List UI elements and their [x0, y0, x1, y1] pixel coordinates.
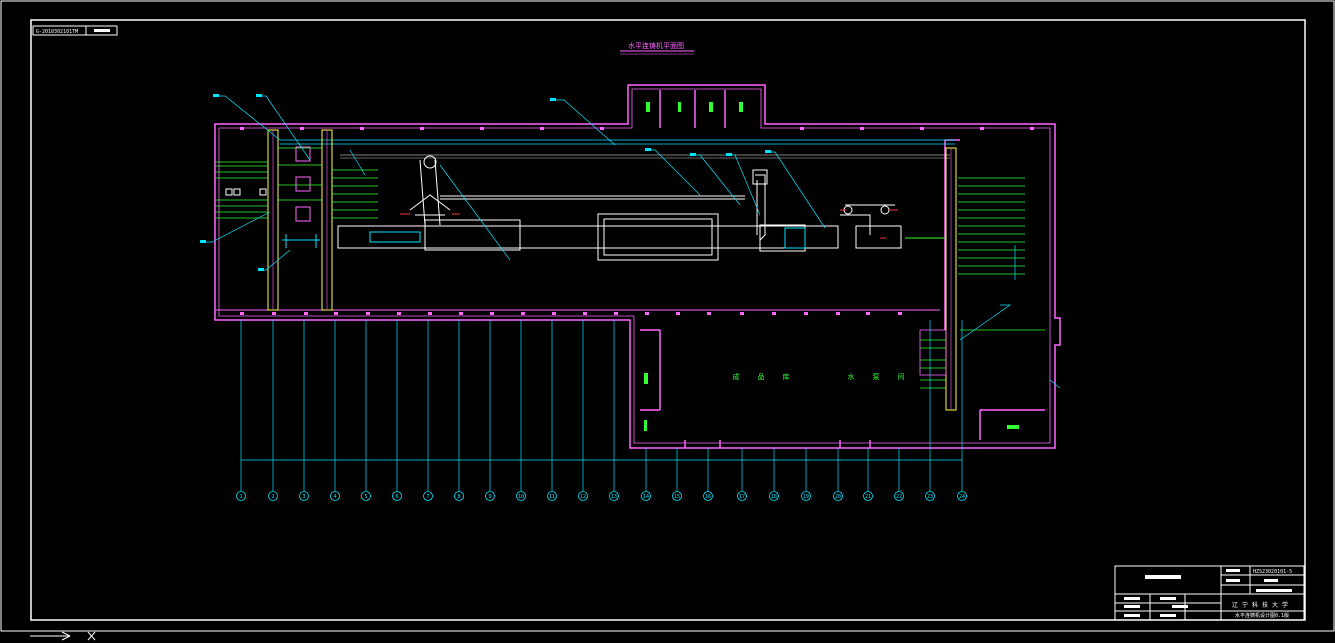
sheet-border — [0, 0, 1335, 632]
axis-label: 17 — [739, 494, 745, 500]
cad-drawing-canvas: G-2010302101TM 水平连铸机平面图 成品库 水泵间 1 2 3 4 … — [0, 0, 1335, 641]
axis-label: 2 — [271, 494, 274, 500]
axis-label: 7 — [426, 494, 429, 500]
left-columns — [225, 129, 333, 311]
caster-details — [282, 227, 945, 249]
top-pipes — [280, 139, 955, 159]
axis-label: 10 — [518, 494, 524, 500]
axis-label: 12 — [580, 494, 586, 500]
room-label-right: 水泵间 — [848, 372, 923, 381]
axis-label: 21 — [865, 494, 871, 500]
green-symbols — [644, 102, 1019, 431]
university-name: 辽宁科技大学 — [1232, 601, 1292, 609]
building-walls — [214, 84, 1061, 449]
axis-label: 22 — [896, 494, 902, 500]
axis-label: 8 — [457, 494, 460, 500]
axis-label: 19 — [803, 494, 809, 500]
project-name: 水平连铸机设计图0.1版 — [1235, 612, 1289, 619]
axis-label: 15 — [674, 494, 680, 500]
room-label-left: 成品库 — [733, 372, 808, 381]
caster-machine — [337, 155, 902, 261]
axis-grid — [240, 320, 963, 491]
code-label: G-2010302101TM — [36, 29, 78, 35]
axis-label: 11 — [549, 494, 555, 500]
axis-label: 24 — [959, 494, 965, 500]
axis-label: 4 — [333, 494, 336, 500]
axis-label: 23 — [927, 494, 933, 500]
axis-label: 6 — [395, 494, 398, 500]
axis-label: 13 — [611, 494, 617, 500]
axis-label: 5 — [364, 494, 367, 500]
axis-label: 1 — [239, 494, 242, 500]
axis-bubbles: 1 2 3 4 5 6 7 8 9 10 11 12 13 14 15 16 17 18 19 20 21 22 23 24 — [236, 491, 967, 501]
code-box: G-2010302101TM — [32, 25, 118, 36]
ucs-icon — [30, 631, 96, 641]
axis-label: 14 — [643, 494, 649, 500]
right-columns — [919, 147, 957, 411]
drawing-number: HZS23020101-5 — [1253, 569, 1292, 575]
axis-label: 9 — [488, 494, 491, 500]
title-block: HZS23020101-5 辽宁科技大学 水平连铸机设计图0.1版 — [1114, 565, 1305, 621]
axis-label: 20 — [835, 494, 841, 500]
axis-label: 3 — [302, 494, 305, 500]
axis-label: 16 — [705, 494, 711, 500]
axis-label: 18 — [771, 494, 777, 500]
drawing-title: 水平连铸机平面图 — [628, 41, 684, 50]
right-green-lines — [920, 177, 1045, 389]
